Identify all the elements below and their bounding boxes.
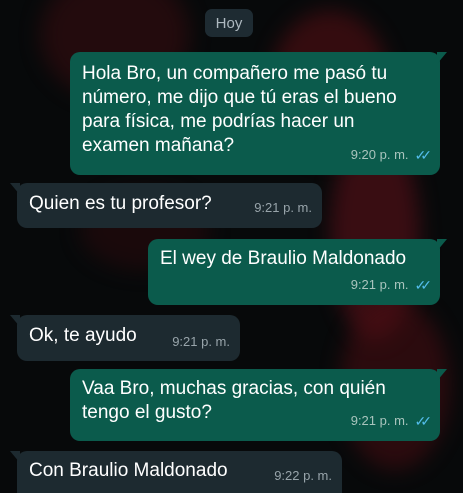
bubble-tail [10, 451, 20, 463]
message-outgoing[interactable]: El wey de Braulio Maldonado 9:21 p. m. ✓… [148, 239, 447, 305]
message-text: El wey de Braulio Maldonado [160, 247, 406, 271]
message-line: para física, me podrías hacer un [82, 111, 355, 132]
message-line: examen mañana? [82, 135, 235, 156]
message-line: tengo el gusto? [82, 402, 212, 423]
bubble-tail [437, 369, 447, 381]
double-check-icon: ✓✓ [414, 147, 433, 163]
message-incoming[interactable]: Con Braulio Maldonado 9:22 p. m. [10, 451, 342, 493]
message-incoming[interactable]: Quien es tu profesor? 9:21 p. m. [10, 183, 322, 228]
message-line: número, me dijo que tú eras el bueno [82, 87, 397, 108]
message-time: 9:22 p. m. [274, 468, 332, 483]
message-line: Con Braulio Maldonado [29, 460, 228, 481]
message-time: 9:21 p. m. [350, 413, 409, 428]
message-line: Hola Bro, un compañero me pasó tu [82, 63, 388, 84]
double-check-icon: ✓✓ [414, 277, 433, 293]
bubble-tail [10, 315, 20, 327]
bubble-tail [10, 183, 20, 195]
message-time: 9:21 p. m. [254, 200, 312, 215]
message-time: 9:21 p. m. [350, 277, 409, 292]
message-text: Con Braulio Maldonado [29, 459, 228, 483]
message-time: 9:20 p. m. [350, 147, 409, 162]
message-meta: 9:20 p. m. ✓✓ [351, 143, 432, 167]
message-meta: 9:21 p. m. [172, 330, 230, 354]
message-line: Quien es tu profesor? [29, 193, 212, 214]
message-meta: 9:21 p. m. ✓✓ [351, 273, 432, 297]
message-meta: 9:21 p. m. ✓✓ [351, 409, 432, 433]
message-outgoing[interactable]: Hola Bro, un compañero me pasó tu número… [70, 52, 447, 175]
bubble-tail [437, 52, 447, 64]
message-text: Quien es tu profesor? [29, 192, 212, 216]
message-line: El wey de Braulio Maldonado [160, 248, 407, 269]
message-time: 9:21 p. m. [172, 334, 230, 349]
message-meta: 9:22 p. m. [274, 464, 332, 488]
message-incoming[interactable]: Ok, te ayudo 9:21 p. m. [10, 315, 240, 361]
message-text: Vaa Bro, muchas gracias, con quién tengo… [82, 377, 386, 425]
bubble-tail [437, 239, 447, 251]
message-text: Hola Bro, un compañero me pasó tu número… [82, 62, 397, 158]
message-text: Ok, te ayudo [29, 324, 137, 348]
double-check-icon: ✓✓ [414, 413, 433, 429]
message-outgoing[interactable]: Vaa Bro, muchas gracias, con quién tengo… [70, 369, 447, 441]
message-line: Ok, te ayudo [29, 325, 137, 346]
message-line: Vaa Bro, muchas gracias, con quién [82, 378, 386, 399]
message-meta: 9:21 p. m. [254, 196, 312, 220]
date-chip: Hoy [205, 9, 253, 37]
